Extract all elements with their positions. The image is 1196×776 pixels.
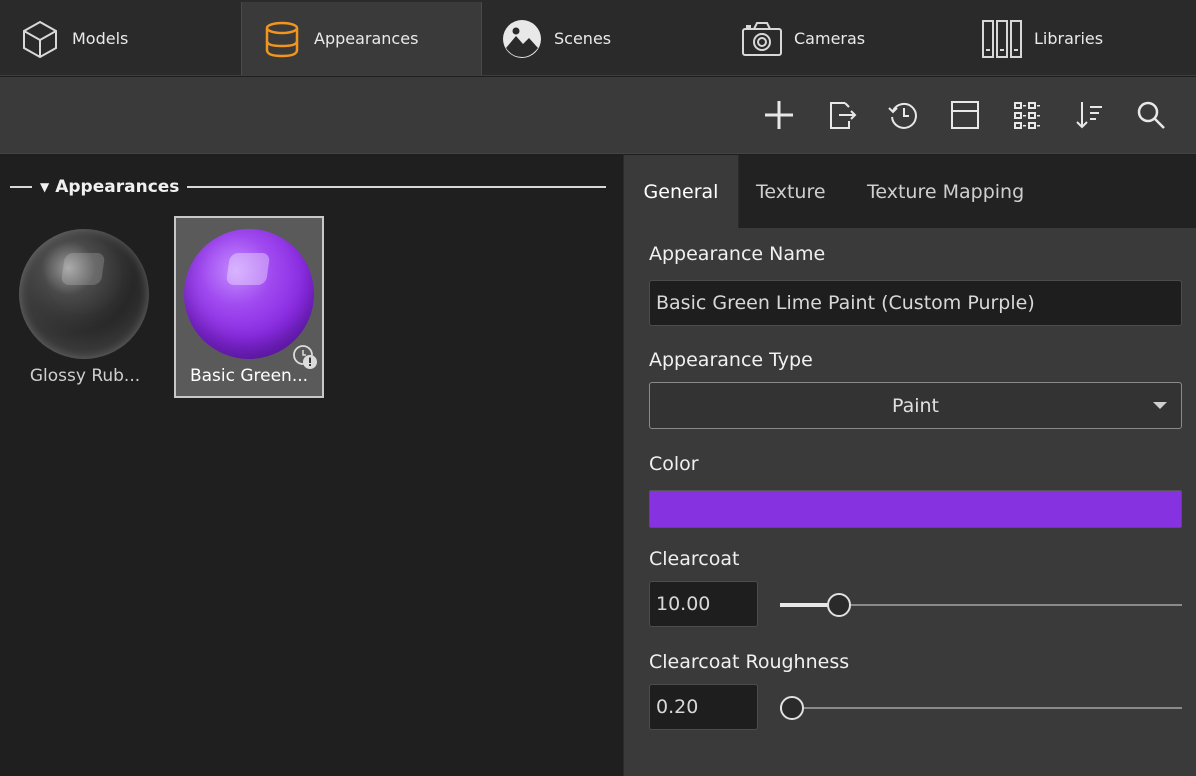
clearcoat-roughness-input[interactable]: 0.20 <box>649 684 758 730</box>
appearance-name-field[interactable]: Basic Green Lime Paint (Custom Purple) <box>649 280 1182 326</box>
tab-models-label: Models <box>72 29 129 48</box>
appearance-tile-glossy-rubber[interactable]: Glossy Rub... <box>10 216 160 398</box>
landscape-icon <box>500 17 544 61</box>
history-button[interactable] <box>884 95 924 135</box>
add-button[interactable] <box>759 95 799 135</box>
tab-scenes[interactable]: Scenes <box>482 2 722 75</box>
properties-tab-bar: General Texture Texture Mapping <box>624 155 1196 228</box>
tab-general[interactable]: General <box>624 155 739 228</box>
chevron-down-icon <box>1153 402 1167 409</box>
tab-scenes-label: Scenes <box>554 29 612 48</box>
appearance-name-label: Appearance Name <box>649 243 826 265</box>
export-icon <box>830 102 857 129</box>
clearcoat-slider[interactable] <box>780 592 1182 618</box>
panel-layout-icon <box>951 101 979 129</box>
main-tab-bar: Models Appearances Scenes Cameras Librar… <box>0 0 1196 76</box>
add-icon <box>765 101 793 129</box>
color-swatch[interactable] <box>649 490 1182 528</box>
slider-track <box>780 707 1182 709</box>
appearance-type-value: Paint <box>891 394 940 417</box>
appearance-type-label: Appearance Type <box>649 349 813 371</box>
tab-cameras-label: Cameras <box>794 29 866 48</box>
history-icon <box>888 102 917 129</box>
grid-view-button[interactable] <box>1007 95 1047 135</box>
section-header-appearances[interactable]: ▼ Appearances <box>10 175 606 199</box>
tab-texture[interactable]: Texture <box>756 155 826 228</box>
slider-thumb[interactable] <box>827 593 852 617</box>
tab-cameras[interactable]: Cameras <box>722 2 962 75</box>
section-divider <box>10 186 32 188</box>
tab-libraries-label: Libraries <box>1034 29 1104 48</box>
appearance-tile-basic-green[interactable]: Basic Green... <box>174 216 324 398</box>
tab-texture-mapping[interactable]: Texture Mapping <box>867 155 1024 228</box>
sort-button[interactable] <box>1069 95 1109 135</box>
clearcoat-roughness-label: Clearcoat Roughness <box>649 651 850 673</box>
material-preview-sphere <box>184 229 314 359</box>
tab-appearances[interactable]: Appearances <box>241 2 482 75</box>
slider-thumb[interactable] <box>780 696 804 720</box>
search-icon <box>1137 101 1165 129</box>
grid-view-icon <box>1014 102 1040 129</box>
tab-models[interactable]: Models <box>0 2 241 75</box>
search-button[interactable] <box>1131 95 1171 135</box>
camera-icon <box>740 17 784 61</box>
appearance-tile-label: Basic Green... <box>189 366 309 386</box>
tab-libraries[interactable]: Libraries <box>962 2 1196 75</box>
library-books-icon <box>980 17 1024 61</box>
appearance-type-dropdown[interactable]: Paint <box>649 382 1182 429</box>
section-title: Appearances <box>55 177 180 197</box>
clearcoat-label: Clearcoat <box>649 548 740 570</box>
material-preview-sphere <box>19 229 149 359</box>
cube-icon <box>18 17 62 61</box>
appearance-tile-label: Glossy Rub... <box>29 366 141 386</box>
clearcoat-roughness-slider[interactable] <box>780 695 1182 721</box>
clearcoat-input[interactable]: 10.00 <box>649 581 758 627</box>
collapse-caret-icon[interactable]: ▼ <box>40 180 49 194</box>
appearance-library-panel: ▼ Appearances Glossy Rub... Basic Green.… <box>0 155 622 776</box>
panel-layout-button[interactable] <box>945 95 985 135</box>
paint-can-icon <box>260 17 304 61</box>
tab-appearances-label: Appearances <box>314 29 419 48</box>
section-divider <box>187 186 606 188</box>
export-button[interactable] <box>821 95 861 135</box>
color-label: Color <box>649 453 699 475</box>
appearance-properties-panel: General Texture Texture Mapping Appearan… <box>623 155 1196 776</box>
sort-icon <box>1076 102 1102 129</box>
library-toolbar <box>0 77 1196 154</box>
